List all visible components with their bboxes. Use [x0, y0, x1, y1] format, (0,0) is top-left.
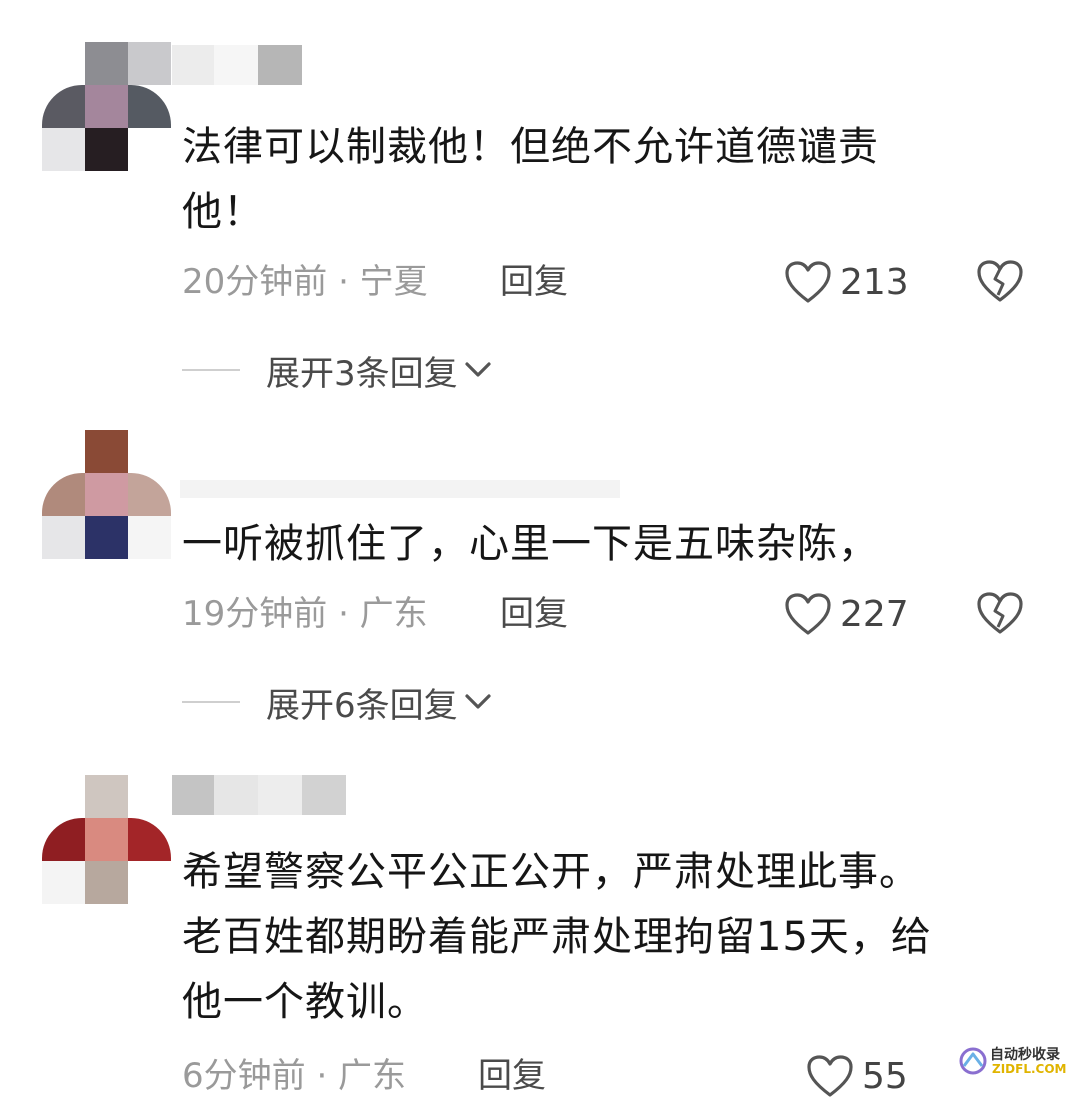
chevron-down-icon [465, 694, 491, 709]
heart-icon [785, 593, 831, 635]
dislike-button[interactable] [976, 590, 1024, 636]
like-count: 213 [840, 261, 909, 303]
comment-text: 希望警察公平公正公开，严肃处理此事。 老百姓都期盼着能严肃处理拘留15天，给 他… [182, 849, 932, 1025]
expand-replies-label: 展开6条回复 [266, 685, 458, 726]
watermark-text: 自动秒收录 [990, 1047, 1060, 1063]
username-redacted[interactable] [172, 45, 312, 85]
dislike-button[interactable] [976, 258, 1024, 304]
reply-button[interactable]: 回复 [500, 594, 568, 634]
watermark-domain: ZIDFL.COM [992, 1062, 1067, 1076]
expand-replies-label: 展开3条回复 [266, 353, 458, 394]
watermark-logo-icon [959, 1047, 987, 1075]
broken-heart-icon [977, 592, 1023, 634]
heart-icon [807, 1055, 853, 1097]
like-button[interactable]: 213 [784, 258, 909, 306]
comment-meta: 19分钟前 · 广东 [182, 594, 428, 634]
chevron-down-icon [465, 362, 491, 377]
comment-meta: 20分钟前 · 宁夏 [182, 262, 428, 302]
like-button[interactable]: 55 [806, 1052, 908, 1100]
comment-meta: 6分钟前 · 广东 [182, 1056, 407, 1096]
broken-heart-icon [977, 260, 1023, 302]
avatar[interactable] [42, 775, 172, 905]
comment-2: 一听被抓住了，心里一下是五味杂陈， 19分钟前 · 广东 回复 227 展开6条… [0, 420, 1080, 750]
reply-button[interactable]: 回复 [478, 1056, 546, 1096]
like-count: 55 [862, 1055, 908, 1097]
comment-3: 希望警察公平公正公开，严肃处理此事。 老百姓都期盼着能严肃处理拘留15天，给 他… [0, 750, 1080, 1105]
divider-line [182, 369, 240, 371]
reply-button[interactable]: 回复 [500, 262, 568, 302]
like-button[interactable]: 227 [784, 590, 909, 638]
username-redacted[interactable] [172, 775, 382, 815]
comment-1: 法律可以制裁他！但绝不允许道德谴责 他！ 20分钟前 · 宁夏 回复 213 展… [0, 0, 1080, 420]
comment-text: 法律可以制裁他！但绝不允许道德谴责 他！ [182, 124, 879, 235]
expand-replies[interactable]: 展开3条回复 [182, 350, 492, 394]
divider-line [182, 701, 240, 703]
site-watermark: 自动秒收录 ZIDFL.COM [958, 1040, 1078, 1080]
comment-text: 一听被抓住了，心里一下是五味杂陈， [182, 521, 879, 567]
avatar[interactable] [42, 430, 172, 560]
like-count: 227 [840, 593, 909, 635]
heart-icon [785, 261, 831, 303]
avatar[interactable] [42, 42, 172, 172]
username-redacted[interactable] [172, 472, 632, 512]
expand-replies[interactable]: 展开6条回复 [182, 682, 492, 726]
